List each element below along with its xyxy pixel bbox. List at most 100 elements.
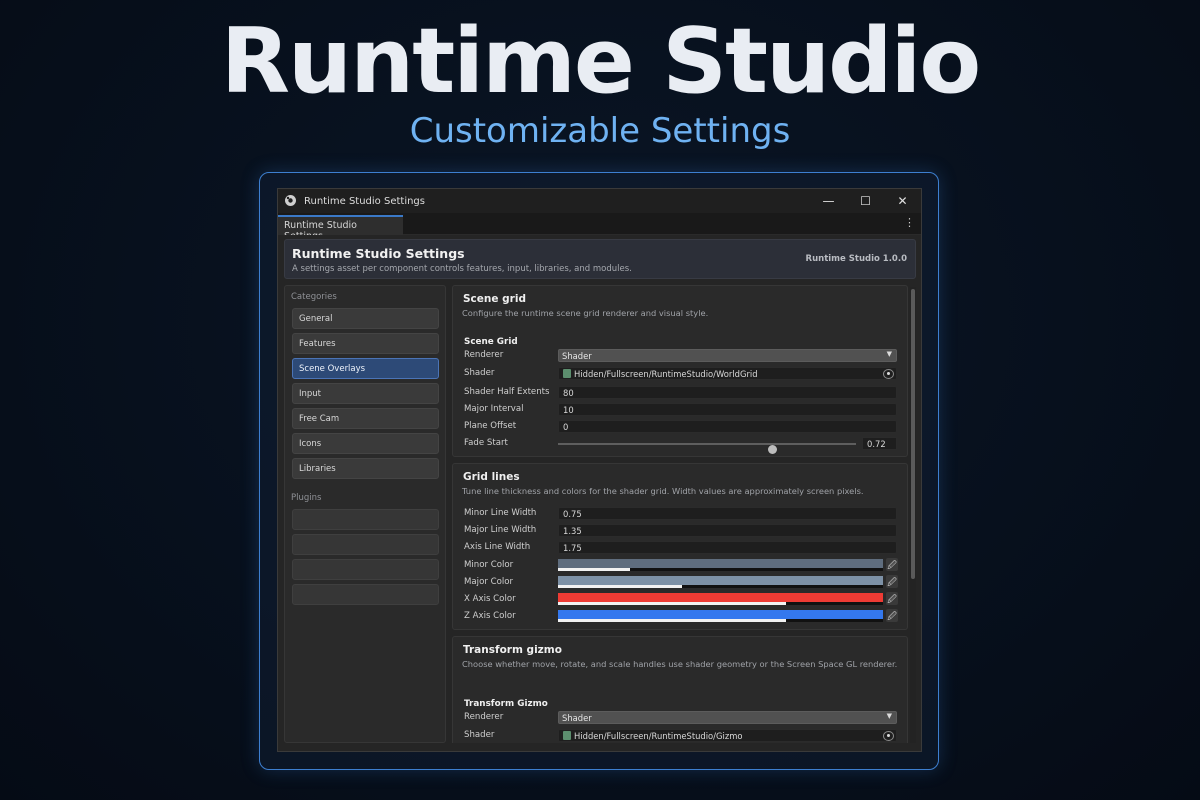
minor-width-row: Minor Line Width 0.75 — [464, 507, 897, 522]
tab-runtime-studio-settings[interactable]: Runtime Studio Settings — [278, 215, 403, 242]
hero-title: Runtime Studio — [220, 9, 982, 114]
shader-object-field[interactable]: Hidden/Fullscreen/RuntimeStudio/WorldGri… — [558, 367, 897, 380]
title-bar[interactable]: Runtime Studio Settings — ☐ ✕ — [278, 189, 921, 213]
header-title: Runtime Studio Settings — [292, 246, 465, 261]
half-extents-input[interactable]: 80 — [558, 386, 897, 399]
field-label: X Axis Color — [464, 594, 516, 604]
plane-offset-input[interactable]: 0 — [558, 420, 897, 433]
version-label: Runtime Studio 1.0.0 — [805, 254, 907, 264]
z-axis-color-field[interactable] — [558, 610, 883, 622]
fade-start-slider[interactable] — [558, 443, 856, 454]
color-swatch — [558, 559, 883, 568]
section-title: Grid lines — [463, 471, 520, 483]
minor-width-input[interactable]: 0.75 — [558, 507, 897, 520]
section-description: Choose whether move, rotate, and scale h… — [462, 659, 898, 669]
major-color-field[interactable] — [558, 576, 883, 588]
major-color-row: Major Color 🖉 — [464, 575, 898, 591]
renderer-dropdown[interactable]: Shader ▼ — [558, 349, 897, 362]
major-interval-row: Major Interval 10 — [464, 403, 897, 418]
eyedropper-icon[interactable]: 🖉 — [886, 575, 898, 588]
field-label: Minor Line Width — [464, 508, 537, 518]
subsection-title: Scene Grid — [464, 337, 518, 347]
plane-offset-row: Plane Offset 0 — [464, 420, 897, 435]
vertical-scrollbar[interactable] — [910, 287, 916, 743]
more-options-icon[interactable]: ⋮ — [904, 216, 915, 229]
sidebar-item-libraries[interactable]: Libraries — [292, 458, 439, 479]
x-axis-color-row: X Axis Color 🖉 — [464, 592, 898, 608]
eyedropper-icon[interactable]: 🖉 — [886, 609, 898, 622]
settings-header: Runtime Studio Settings A settings asset… — [284, 239, 916, 279]
field-label: Plane Offset — [464, 421, 517, 431]
scene-grid-section: Scene grid Configure the runtime scene g… — [452, 285, 908, 457]
gizmo-renderer-row: Renderer Shader ▼ — [464, 711, 897, 726]
eyedropper-icon[interactable]: 🖉 — [886, 592, 898, 605]
field-label: Major Line Width — [464, 525, 537, 535]
plugin-slot[interactable] — [292, 559, 439, 580]
sidebar-item-input[interactable]: Input — [292, 383, 439, 404]
shader-file-icon — [563, 731, 571, 740]
close-button[interactable]: ✕ — [884, 189, 921, 213]
axis-width-input[interactable]: 1.75 — [558, 541, 897, 554]
field-label: Major Interval — [464, 404, 524, 414]
scrollbar-thumb[interactable] — [911, 289, 915, 579]
categories-label: Categories — [291, 292, 337, 302]
chevron-down-icon: ▼ — [886, 712, 892, 720]
grid-lines-section: Grid lines Tune line thickness and color… — [452, 463, 908, 630]
plugin-slot[interactable] — [292, 509, 439, 530]
sidebar-item-free-cam[interactable]: Free Cam — [292, 408, 439, 429]
tab-bar: Runtime Studio Settings ⋮ — [278, 213, 921, 242]
window-title: Runtime Studio Settings — [304, 195, 425, 207]
sidebar-item-features[interactable]: Features — [292, 333, 439, 354]
settings-window: Runtime Studio Settings — ☐ ✕ Runtime St… — [277, 188, 922, 752]
field-label: Axis Line Width — [464, 542, 531, 552]
subsection-title: Transform Gizmo — [464, 699, 548, 709]
object-picker-icon[interactable] — [883, 731, 894, 741]
alpha-bar — [558, 585, 682, 588]
major-interval-input[interactable]: 10 — [558, 403, 897, 416]
minor-color-row: Minor Color 🖉 — [464, 558, 898, 574]
half-extents-row: Shader Half Extents 80 — [464, 386, 897, 401]
field-label: Fade Start — [464, 438, 508, 448]
dropdown-value: Shader — [562, 351, 592, 361]
z-axis-color-row: Z Axis Color 🖉 — [464, 609, 898, 625]
section-title: Transform gizmo — [463, 644, 562, 656]
field-label: Z Axis Color — [464, 611, 516, 621]
transform-gizmo-section: Transform gizmo Choose whether move, rot… — [452, 636, 908, 743]
object-picker-icon[interactable] — [883, 369, 894, 379]
minor-color-field[interactable] — [558, 559, 883, 571]
plugin-slot[interactable] — [292, 584, 439, 605]
unity-logo-icon — [284, 194, 298, 208]
sidebar-item-general[interactable]: General — [292, 308, 439, 329]
minimize-button[interactable]: — — [810, 189, 847, 213]
slider-handle[interactable] — [768, 445, 778, 454]
gizmo-shader-object-field[interactable]: Hidden/Fullscreen/RuntimeStudio/Gizmo — [558, 729, 897, 742]
axis-width-row: Axis Line Width 1.75 — [464, 541, 897, 556]
major-width-input[interactable]: 1.35 — [558, 524, 897, 537]
section-description: Configure the runtime scene grid rendere… — [462, 308, 709, 318]
fade-start-input[interactable]: 0.72 — [862, 437, 897, 450]
gizmo-shader-row: Shader Hidden/Fullscreen/RuntimeStudio/G… — [464, 729, 897, 743]
field-label: Shader — [464, 730, 495, 740]
section-title: Scene grid — [463, 293, 526, 305]
sidebar-item-scene-overlays[interactable]: Scene Overlays — [292, 358, 439, 379]
alpha-bar — [558, 568, 630, 571]
color-swatch — [558, 576, 883, 585]
field-label: Shader Half Extents — [464, 387, 550, 397]
header-description: A settings asset per component controls … — [292, 264, 632, 274]
field-label: Minor Color — [464, 560, 514, 570]
gizmo-renderer-dropdown[interactable]: Shader ▼ — [558, 711, 897, 724]
sidebar-item-icons[interactable]: Icons — [292, 433, 439, 454]
shader-path: Hidden/Fullscreen/RuntimeStudio/WorldGri… — [574, 369, 758, 379]
content-area: Runtime Studio Settings A settings asset… — [278, 235, 921, 751]
maximize-button[interactable]: ☐ — [847, 189, 884, 213]
hero-subtitle: Customizable Settings — [409, 111, 791, 151]
eyedropper-icon[interactable]: 🖉 — [886, 558, 898, 571]
color-swatch — [558, 610, 883, 619]
plugin-slot[interactable] — [292, 534, 439, 555]
x-axis-color-field[interactable] — [558, 593, 883, 605]
shader-row: Shader Hidden/Fullscreen/RuntimeStudio/W… — [464, 367, 897, 382]
field-label: Renderer — [464, 712, 504, 722]
alpha-bar — [558, 619, 786, 622]
fade-start-row: Fade Start 0.72 — [464, 437, 897, 454]
shader-file-icon — [563, 369, 571, 378]
